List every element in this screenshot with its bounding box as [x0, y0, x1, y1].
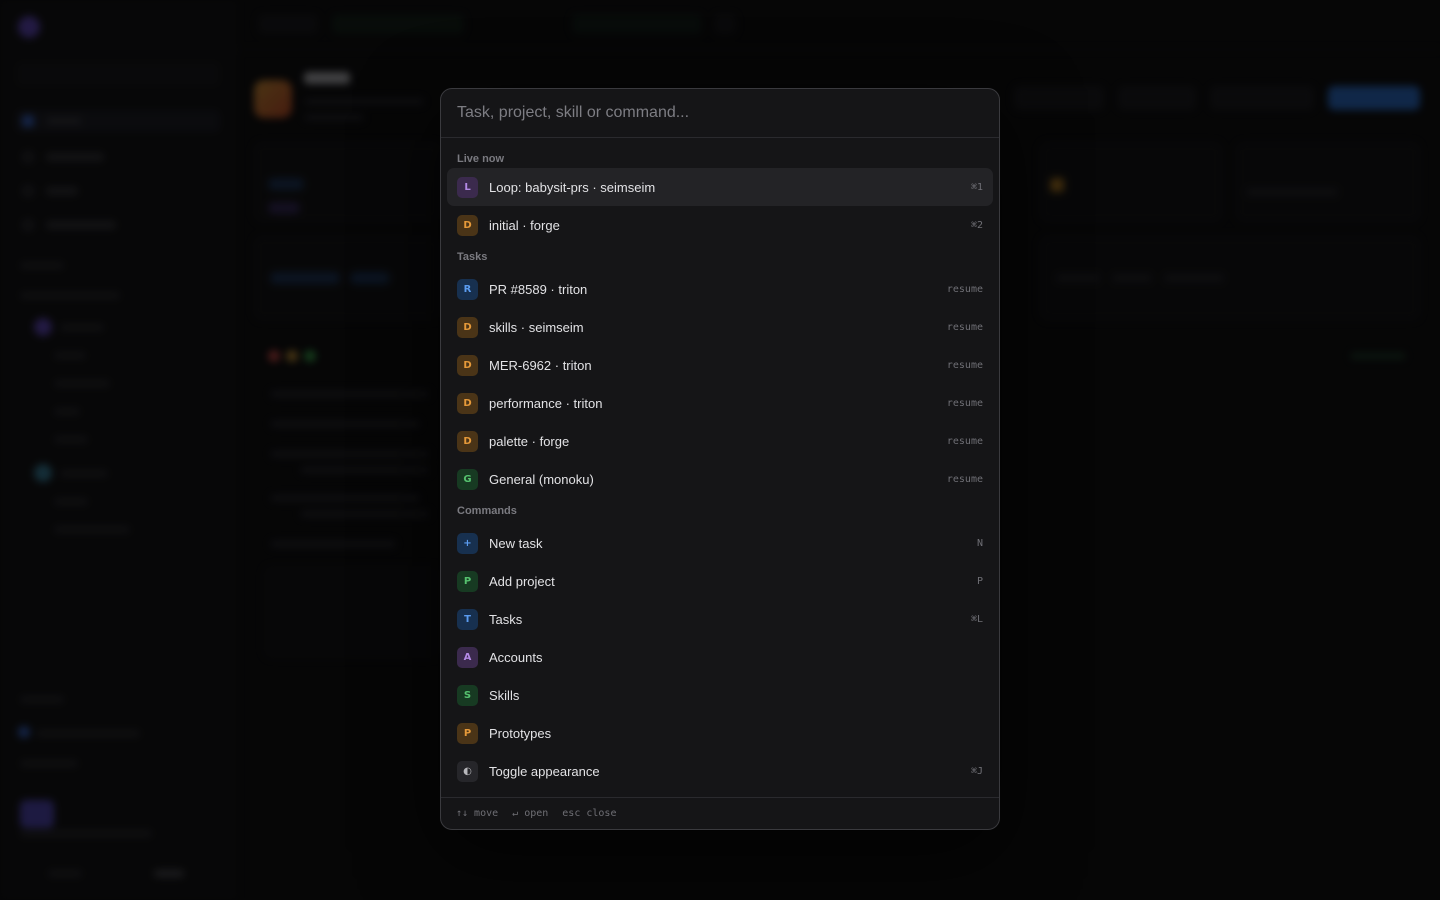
- draft-badge-icon: D: [457, 316, 478, 338]
- palette-footer: ↑↓ move ↵ open esc close: [441, 797, 999, 829]
- command-label: Toggle appearance: [489, 763, 600, 779]
- task-item-label: palette · forge: [489, 433, 570, 449]
- command-label: Add project: [489, 573, 555, 589]
- task-item-performance-triton[interactable]: D performance · triton resume: [447, 384, 993, 422]
- task-item-palette-forge[interactable]: D palette · forge resume: [447, 422, 993, 460]
- command-new-task[interactable]: + New task N: [447, 524, 993, 562]
- command-skills[interactable]: S Skills: [447, 676, 993, 714]
- draft-badge-icon: D: [457, 214, 478, 236]
- section-label-commands: Commands: [457, 505, 517, 517]
- result-item-label: Loop: babysit-prs · seimseim: [489, 179, 656, 195]
- result-item-loop-babysit-prs[interactable]: L Loop: babysit-prs · seimseim ⌘1: [447, 168, 993, 206]
- resume-hint: resume: [946, 321, 983, 333]
- command-prototypes[interactable]: P Prototypes: [447, 714, 993, 752]
- task-item-skills-seimseim[interactable]: D skills · seimseim resume: [447, 308, 993, 346]
- general-badge-icon: G: [457, 468, 478, 490]
- command-label: New task: [489, 535, 543, 551]
- command-palette: Live now L Loop: babysit-prs · seimseim …: [440, 88, 1000, 830]
- accounts-badge-icon: A: [457, 646, 478, 668]
- prototypes-badge-icon: P: [457, 722, 478, 744]
- section-label-tasks: Tasks: [457, 251, 488, 263]
- section-label-live: Live now: [457, 153, 505, 165]
- plus-icon: +: [457, 532, 478, 554]
- command-label: Skills: [489, 687, 520, 703]
- shortcut-hint: ⌘L: [970, 613, 983, 625]
- task-item-label: General (monoku): [489, 471, 594, 487]
- task-item-general-monoku[interactable]: G General (monoku) resume: [447, 460, 993, 498]
- command-tasks[interactable]: T Tasks ⌘L: [447, 600, 993, 638]
- review-badge-icon: R: [457, 278, 478, 300]
- task-item-pr-8589[interactable]: R PR #8589 · triton resume: [447, 270, 993, 308]
- task-item-label: PR #8589 · triton: [489, 281, 588, 297]
- palette-search-input[interactable]: [457, 104, 983, 122]
- resume-hint: resume: [946, 397, 983, 409]
- command-label: Accounts: [489, 649, 543, 665]
- draft-badge-icon: D: [457, 354, 478, 376]
- draft-badge-icon: D: [457, 392, 478, 414]
- task-item-label: skills · seimseim: [489, 319, 584, 335]
- resume-hint: resume: [946, 359, 983, 371]
- skills-badge-icon: S: [457, 684, 478, 706]
- task-item-mer-6962[interactable]: D MER-6962 · triton resume: [447, 346, 993, 384]
- shortcut-hint: ⌘J: [970, 765, 983, 777]
- project-badge-icon: P: [457, 570, 478, 592]
- shortcut-hint: N: [976, 537, 983, 549]
- command-add-project[interactable]: P Add project P: [447, 562, 993, 600]
- command-label: Prototypes: [489, 725, 552, 741]
- resume-hint: resume: [946, 435, 983, 447]
- palette-search-bar: [441, 89, 999, 138]
- half-moon-icon: ◐: [457, 760, 478, 782]
- shortcut-hint: ⌘1: [970, 181, 983, 193]
- footer-hint-open: ↵ open: [512, 808, 549, 819]
- tasks-badge-icon: T: [457, 608, 478, 630]
- footer-hint-move: ↑↓ move: [456, 808, 499, 819]
- command-toggle-appearance[interactable]: ◐ Toggle appearance ⌘J: [447, 752, 993, 790]
- draft-badge-icon: D: [457, 430, 478, 452]
- command-label: Tasks: [489, 611, 523, 627]
- footer-hint-close: esc close: [562, 808, 617, 819]
- result-item-initial-forge[interactable]: D initial · forge ⌘2: [447, 206, 993, 244]
- command-accounts[interactable]: A Accounts: [447, 638, 993, 676]
- palette-results: Live now L Loop: babysit-prs · seimseim …: [441, 138, 999, 790]
- shortcut-hint: ⌘2: [970, 219, 983, 231]
- loop-badge-icon: L: [457, 176, 478, 198]
- resume-hint: resume: [946, 473, 983, 485]
- task-item-label: performance · triton: [489, 395, 603, 411]
- resume-hint: resume: [946, 283, 983, 295]
- task-item-label: MER-6962 · triton: [489, 357, 592, 373]
- result-item-label: initial · forge: [489, 217, 560, 233]
- shortcut-hint: P: [976, 575, 983, 587]
